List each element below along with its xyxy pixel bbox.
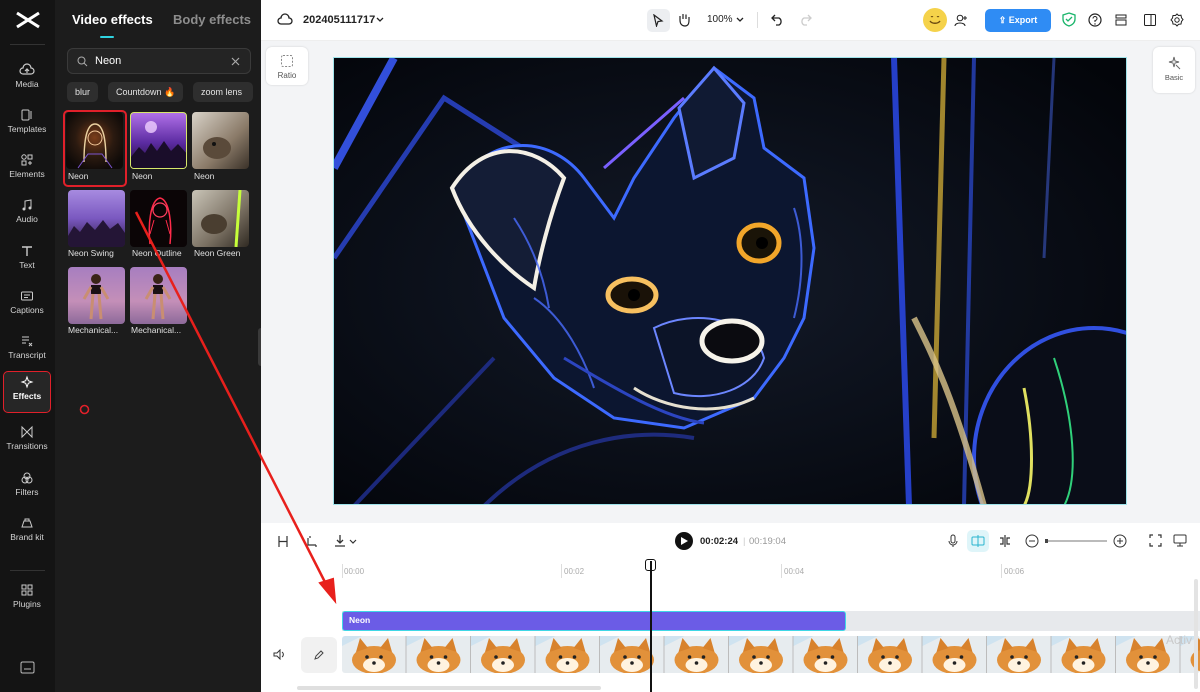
tutorial-arrow-overlay bbox=[134, 211, 337, 605]
capcut-editor: Media Templates Elements Audio Text Capt… bbox=[0, 0, 1200, 692]
